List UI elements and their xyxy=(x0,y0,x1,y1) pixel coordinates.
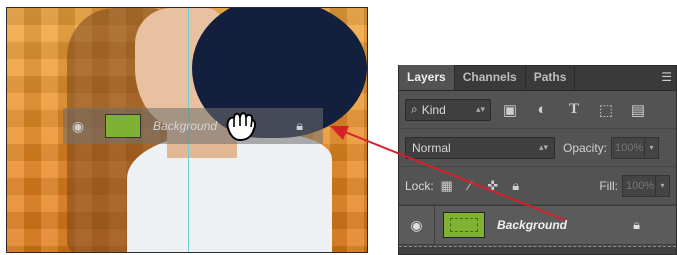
blend-row: Normal ▴▾ Opacity: 100% ▾ xyxy=(399,129,676,167)
shape-filter-icon[interactable]: ⬚ xyxy=(593,99,619,121)
chevron-down-icon[interactable]: ▾ xyxy=(645,136,660,159)
opacity-field[interactable]: 100% xyxy=(611,136,646,159)
tab-paths[interactable]: Paths xyxy=(526,65,576,90)
lock-position-icon[interactable]: ✜ xyxy=(483,178,503,194)
image-filter-icon[interactable]: ▣ xyxy=(497,99,523,121)
blend-mode-select[interactable]: Normal ▴▾ xyxy=(405,136,555,159)
filter-row: ⌕ Kind ▴▾ ▣ ◐ T ⬚ ▤ xyxy=(399,91,676,129)
search-icon: ⌕ xyxy=(411,102,418,116)
fill-field[interactable]: 100% xyxy=(622,174,656,197)
lock-icon[interactable]: 🔒︎ xyxy=(633,217,640,233)
panel-bottom-edge xyxy=(399,246,676,254)
panel-menu-icon[interactable]: ☰ xyxy=(661,70,672,84)
layer-row-background[interactable]: ◉ Background 🔒︎ xyxy=(399,205,676,245)
chevron-updown-icon: ▴▾ xyxy=(538,142,548,152)
document-canvas[interactable]: ◉ Background 🔒︎ xyxy=(6,7,368,253)
opacity-label: Opacity: xyxy=(563,140,608,155)
eye-icon[interactable]: ◉ xyxy=(399,205,435,245)
tab-channels[interactable]: Channels xyxy=(455,65,526,90)
blend-mode-value: Normal xyxy=(412,140,451,155)
smart-object-filter-icon[interactable]: ▤ xyxy=(625,99,651,121)
layer-thumbnail xyxy=(443,212,485,238)
ghost-layer-name: Background xyxy=(153,119,218,133)
layers-panel: Layers Channels Paths ☰ ⌕ Kind ▴▾ ▣ ◐ T … xyxy=(398,65,677,255)
layer-name[interactable]: Background xyxy=(497,218,567,232)
dragged-layer-ghost: ◉ Background 🔒︎ xyxy=(63,108,323,144)
chevron-down-icon[interactable]: ▾ xyxy=(656,174,670,197)
lock-all-icon[interactable]: 🔒︎ xyxy=(506,178,526,194)
lock-row: Lock: ▦ ∕ ✜ 🔒︎ Fill: 100% ▾ xyxy=(399,167,676,205)
hand-grab-cursor-icon xyxy=(226,112,257,141)
kind-label: Kind xyxy=(421,102,446,117)
type-filter-icon[interactable]: T xyxy=(561,99,587,121)
layer-thumbnail xyxy=(105,114,141,138)
tab-layers[interactable]: Layers xyxy=(399,65,455,90)
adjustment-filter-icon[interactable]: ◐ xyxy=(529,99,555,121)
lock-icon: 🔒︎ xyxy=(296,118,303,133)
kind-filter-select[interactable]: ⌕ Kind ▴▾ xyxy=(405,98,491,121)
fill-label: Fill: xyxy=(599,178,618,193)
eye-icon: ◉ xyxy=(71,117,85,134)
chevron-updown-icon: ▴▾ xyxy=(475,104,485,114)
lock-label: Lock: xyxy=(405,178,434,193)
lock-transparent-icon[interactable]: ▦ xyxy=(437,178,457,194)
panel-tab-bar: Layers Channels Paths ☰ xyxy=(399,65,676,91)
lock-image-icon[interactable]: ∕ xyxy=(460,178,480,193)
